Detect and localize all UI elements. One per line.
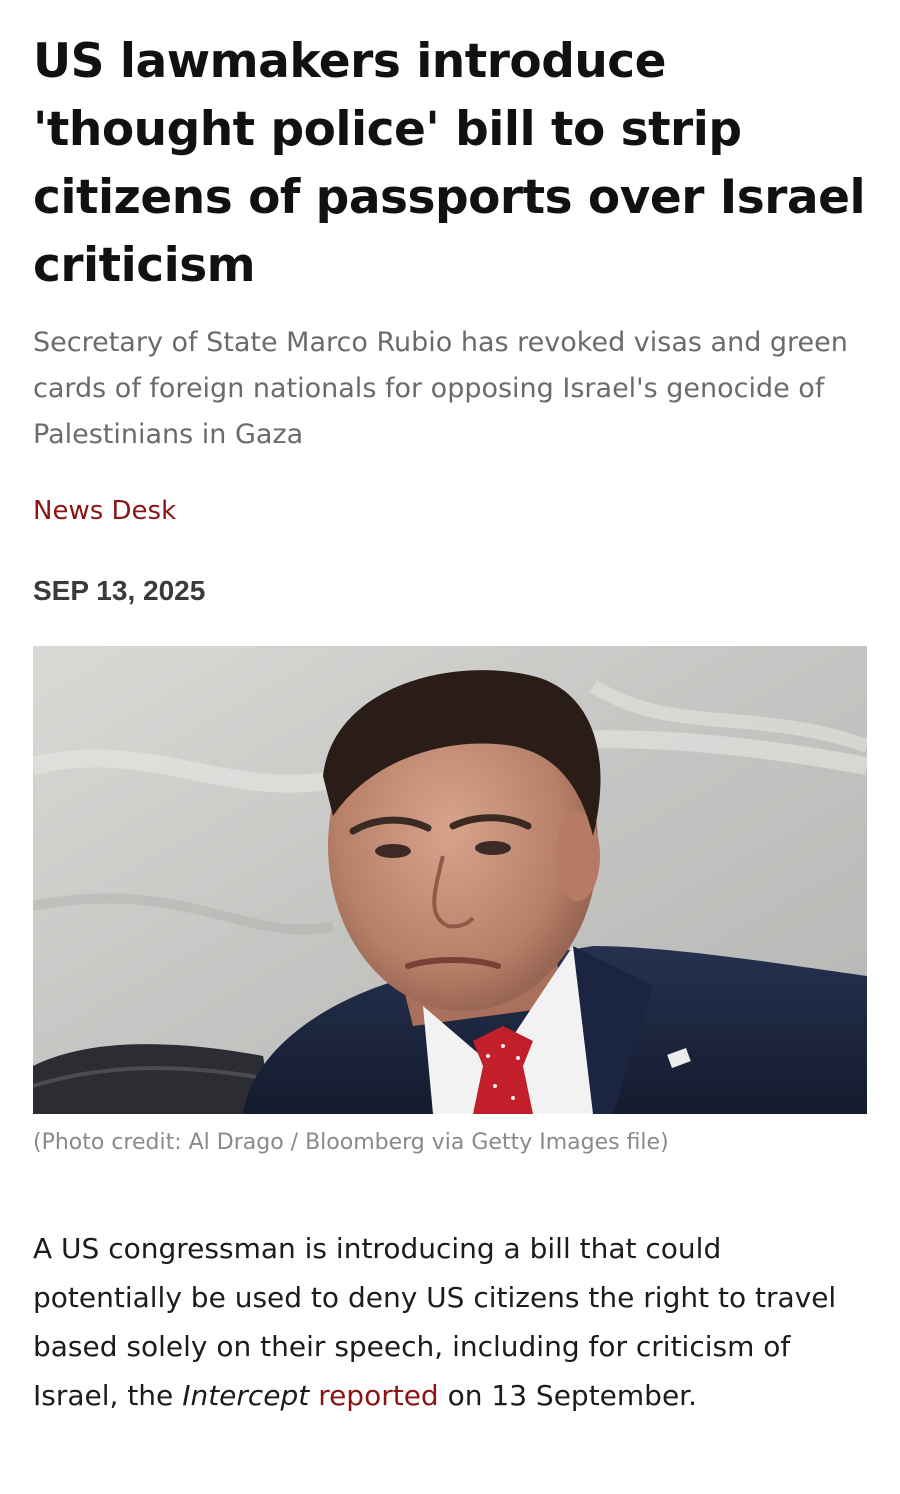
author-link[interactable]: News Desk: [33, 494, 176, 528]
article: US lawmakers introduce 'thought police' …: [33, 28, 867, 1412]
article-subheadline: Secretary of State Marco Rubio has revok…: [33, 327, 848, 450]
article-photo: [33, 646, 867, 1114]
article-body-paragraph: A US congressman is introducing a bill t…: [33, 1224, 867, 1420]
body-text-part2: on 13 September.: [438, 1379, 698, 1412]
reported-link[interactable]: reported: [318, 1379, 439, 1412]
publication-name: Intercept: [182, 1379, 310, 1412]
article-headline: US lawmakers introduce 'thought police' …: [33, 34, 866, 293]
photo-caption: (Photo credit: Al Drago / Bloomberg via …: [33, 1130, 669, 1155]
publish-date: SEP 13, 2025: [33, 575, 206, 606]
